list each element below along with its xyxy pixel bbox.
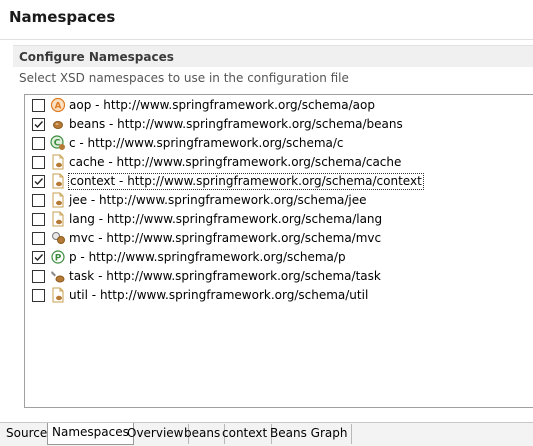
tab-overview[interactable]: Overview bbox=[123, 424, 189, 444]
namespace-checkbox[interactable] bbox=[32, 99, 45, 112]
section-description: Select XSD namespaces to use in the conf… bbox=[19, 71, 349, 85]
tab-beans-graph[interactable]: Beans Graph bbox=[266, 424, 353, 444]
bean-icon bbox=[50, 116, 66, 132]
namespace-checkbox[interactable] bbox=[32, 232, 45, 245]
namespace-label: aop - http://www.springframework.org/sch… bbox=[69, 98, 375, 112]
namespace-row[interactable]: Cc - http://www.springframework.org/sche… bbox=[25, 134, 515, 153]
namespace-label: task - http://www.springframework.org/sc… bbox=[69, 269, 381, 283]
tab-context[interactable]: context bbox=[218, 424, 273, 444]
namespace-checkbox[interactable] bbox=[32, 194, 45, 207]
namespace-label: context - http://www.springframework.org… bbox=[68, 173, 424, 190]
jee-icon bbox=[50, 192, 66, 208]
namespace-row[interactable]: context - http://www.springframework.org… bbox=[25, 172, 515, 191]
namespace-row[interactable]: lang - http://www.springframework.org/sc… bbox=[25, 210, 515, 229]
namespace-label: mvc - http://www.springframework.org/sch… bbox=[69, 231, 382, 245]
namespace-row[interactable]: beans - http://www.springframework.org/s… bbox=[25, 115, 515, 134]
namespace-checkbox[interactable] bbox=[32, 270, 45, 283]
namespace-label: lang - http://www.springframework.org/sc… bbox=[69, 212, 383, 226]
namespace-label: cache - http://www.springframework.org/s… bbox=[69, 155, 402, 169]
aop-icon: A bbox=[50, 97, 66, 113]
cache-icon bbox=[50, 154, 66, 170]
namespace-checkbox[interactable] bbox=[32, 156, 45, 169]
namespace-checkbox[interactable] bbox=[32, 137, 45, 150]
namespace-row[interactable]: task - http://www.springframework.org/sc… bbox=[25, 267, 515, 286]
svg-text:P: P bbox=[55, 254, 62, 264]
mvc-icon bbox=[50, 230, 66, 246]
namespace-checkbox[interactable] bbox=[32, 213, 45, 226]
p-namespace-icon: P bbox=[50, 249, 66, 265]
namespace-row[interactable]: cache - http://www.springframework.org/s… bbox=[25, 153, 515, 172]
task-icon bbox=[50, 268, 66, 284]
namespace-label: jee - http://www.springframework.org/sch… bbox=[69, 193, 367, 207]
util-icon bbox=[50, 287, 66, 303]
namespace-checkbox[interactable] bbox=[32, 175, 45, 188]
namespace-row[interactable]: Aaop - http://www.springframework.org/sc… bbox=[25, 96, 515, 115]
namespace-checkbox[interactable] bbox=[32, 118, 45, 131]
namespace-checkbox[interactable] bbox=[32, 289, 45, 302]
tab-namespaces[interactable]: Namespaces bbox=[47, 423, 134, 445]
page-title: Namespaces bbox=[9, 8, 116, 26]
namespace-row[interactable]: Pp - http://www.springframework.org/sche… bbox=[25, 248, 515, 267]
lang-icon bbox=[50, 211, 66, 227]
namespace-row[interactable]: mvc - http://www.springframework.org/sch… bbox=[25, 229, 515, 248]
section-header[interactable]: Configure Namespaces bbox=[13, 45, 533, 67]
svg-text:A: A bbox=[55, 102, 62, 112]
namespace-label: util - http://www.springframework.org/sc… bbox=[69, 288, 369, 302]
namespace-row[interactable]: util - http://www.springframework.org/sc… bbox=[25, 286, 515, 305]
namespace-label: c - http://www.springframework.org/schem… bbox=[69, 136, 344, 150]
namespace-label: beans - http://www.springframework.org/s… bbox=[69, 117, 403, 131]
context-icon bbox=[50, 173, 66, 189]
editor-tab-bar: Source Namespaces Overview beans context Bean… bbox=[0, 422, 533, 446]
tab-source[interactable]: Source bbox=[2, 424, 53, 444]
section-title: Configure Namespaces bbox=[19, 50, 174, 64]
namespace-row[interactable]: jee - http://www.springframework.org/sch… bbox=[25, 191, 515, 210]
namespace-label: p - http://www.springframework.org/schem… bbox=[69, 250, 346, 264]
editor-header: Namespaces bbox=[0, 0, 533, 40]
namespace-checkbox[interactable] bbox=[32, 251, 45, 264]
namespace-list[interactable]: Aaop - http://www.springframework.org/sc… bbox=[24, 94, 533, 408]
c-namespace-icon: C bbox=[50, 135, 66, 151]
